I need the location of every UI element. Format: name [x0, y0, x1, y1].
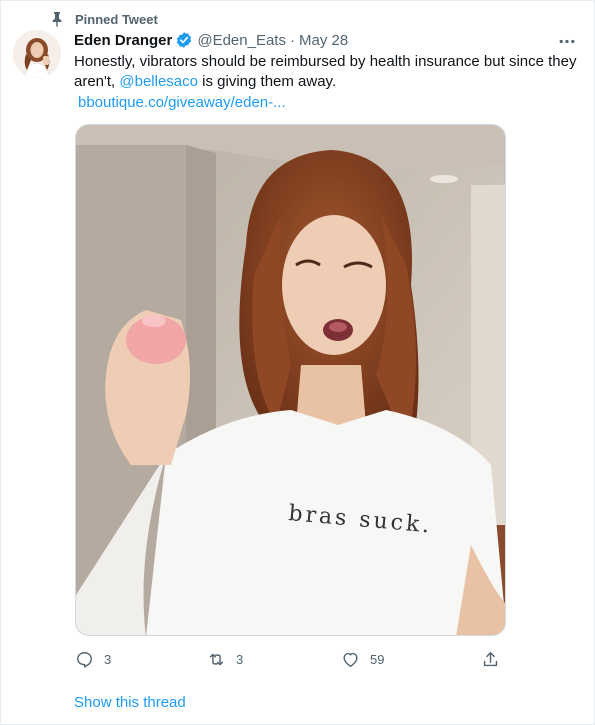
pinned-label: Pinned Tweet — [75, 11, 158, 27]
pinned-indicator: Pinned Tweet — [49, 9, 158, 29]
verified-badge-icon — [175, 31, 193, 49]
tweet-actions: 3 3 59 — [75, 647, 505, 671]
heart-icon — [343, 652, 358, 667]
tweet-header: Eden Dranger @Eden_Eats · May 28 — [74, 30, 578, 50]
reply-icon — [77, 651, 92, 668]
separator-dot: · — [289, 31, 295, 49]
author-handle[interactable]: @Eden_Eats — [197, 32, 286, 49]
tweet-url-link[interactable]: bboutique.co/giveaway/eden-... — [78, 93, 286, 113]
like-count: 59 — [370, 651, 385, 667]
author-display-name[interactable]: Eden Dranger — [74, 32, 172, 49]
tweet-card[interactable]: Pinned Tweet Eden Dranger @Eden_Eats · M… — [0, 0, 595, 725]
show-thread-link[interactable]: Show this thread — [74, 694, 186, 711]
retweet-icon — [209, 653, 224, 665]
pin-icon — [49, 11, 65, 27]
share-icon — [483, 651, 498, 666]
avatar[interactable] — [13, 30, 61, 78]
tweet-date[interactable]: May 28 — [299, 32, 348, 49]
tweet-text-part: is giving them away. — [198, 73, 337, 90]
mention-link[interactable]: @bellesaco — [119, 73, 198, 90]
reply-button[interactable]: 3 — [75, 647, 111, 671]
more-options-icon[interactable] — [556, 31, 578, 51]
like-button[interactable]: 59 — [341, 647, 384, 671]
retweet-count: 3 — [236, 651, 244, 667]
reply-count: 3 — [104, 651, 112, 667]
tweet-text: Honestly, vibrators should be reimbursed… — [74, 52, 584, 92]
share-button[interactable] — [481, 647, 510, 671]
tweet-photo[interactable]: bras suck. — [75, 124, 506, 636]
retweet-button[interactable]: 3 — [207, 647, 243, 671]
